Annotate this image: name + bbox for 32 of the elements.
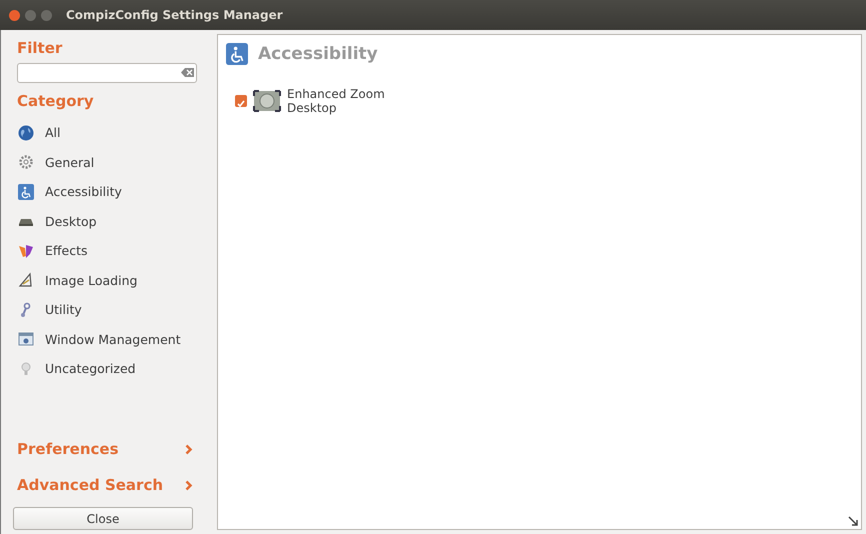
- clear-icon[interactable]: [181, 67, 195, 78]
- category-item[interactable]: Accessibility: [45, 184, 122, 200]
- filter-field[interactable]: [17, 63, 197, 83]
- close-window-button[interactable]: [9, 10, 20, 20]
- minimize-button[interactable]: [25, 10, 36, 20]
- plugin-checkbox[interactable]: [235, 95, 247, 107]
- window-title: CompizConfig Settings Manager: [66, 8, 283, 22]
- filter-heading: Filter: [17, 39, 64, 57]
- maximize-button[interactable]: [41, 10, 52, 20]
- category-item[interactable]: Uncategorized: [45, 361, 136, 376]
- wheelchair-icon: [226, 43, 248, 65]
- category-item[interactable]: Utility: [45, 302, 82, 318]
- plugin-label[interactable]: Enhanced Zoom Desktop: [287, 87, 387, 115]
- resize-grip-icon[interactable]: [847, 515, 859, 527]
- category-item[interactable]: All: [45, 125, 60, 140]
- page-heading: Accessibility: [258, 44, 378, 64]
- category-heading: Category: [17, 92, 95, 110]
- effects-icon: [18, 242, 34, 259]
- category-item[interactable]: General: [45, 154, 94, 170]
- globe-icon: [18, 124, 34, 141]
- category-item[interactable]: Image Loading: [45, 272, 138, 288]
- category-item[interactable]: Desktop: [45, 214, 97, 229]
- window-icon: [18, 331, 34, 348]
- category-item[interactable]: Window Management: [45, 332, 181, 347]
- gear-icon: [18, 154, 34, 170]
- wheelchair-icon: [18, 184, 34, 200]
- zoom-plugin-icon: [253, 90, 281, 112]
- close-button[interactable]: Close: [13, 507, 193, 530]
- image-loading-icon: [18, 272, 34, 288]
- chevron-icon[interactable]: [185, 480, 193, 490]
- chevron-icon[interactable]: [185, 444, 193, 454]
- category-item[interactable]: Effects: [45, 243, 88, 258]
